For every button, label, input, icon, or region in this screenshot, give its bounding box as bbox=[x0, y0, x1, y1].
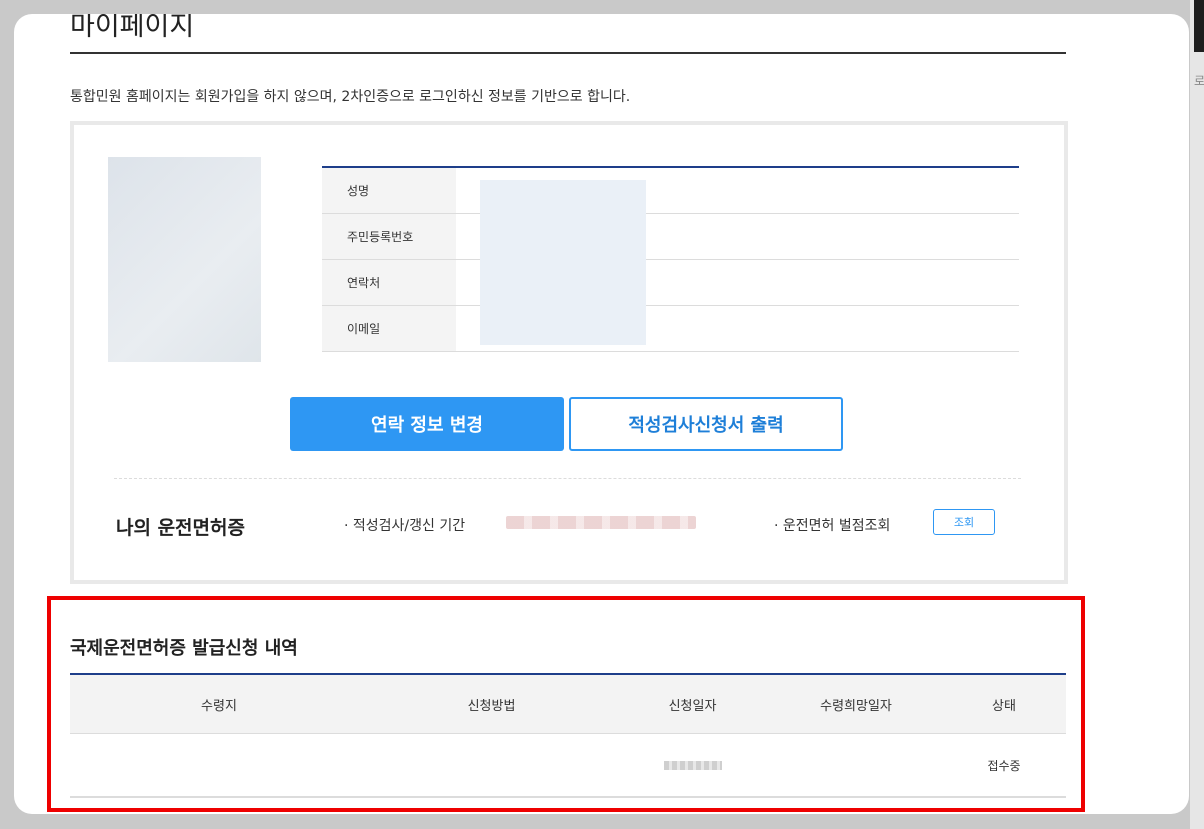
profile-row-name: 성명 bbox=[322, 168, 1019, 214]
history-section-title: 국제운전면허증 발급신청 내역 bbox=[70, 638, 298, 659]
renewal-period-label: · 적성검사/갱신 기간 bbox=[344, 518, 466, 534]
penalty-points-label: · 운전면허 벌점조회 bbox=[774, 518, 891, 534]
cell-date bbox=[615, 733, 770, 798]
profile-row-rrn: 주민등록번호 bbox=[322, 214, 1019, 260]
background-window-text: 로 bbox=[1194, 74, 1204, 88]
change-contact-button[interactable]: 연락 정보 변경 bbox=[290, 397, 564, 451]
mypage-panel: 마이페이지 통합민원 홈페이지는 회원가입을 하지 않으며, 2차인증으로 로그… bbox=[14, 14, 1189, 814]
profile-label-rrn: 주민등록번호 bbox=[322, 214, 456, 259]
cell-desired-date bbox=[770, 733, 942, 798]
profile-box: 성명 주민등록번호 연락처 이메일 연락 정보 변경 적성검사신청서 출력 나의… bbox=[70, 121, 1068, 584]
profile-label-email: 이메일 bbox=[322, 306, 456, 351]
profile-label-contact: 연락처 bbox=[322, 260, 456, 305]
col-header-date: 신청일자 bbox=[615, 674, 770, 734]
col-header-status: 상태 bbox=[942, 674, 1066, 734]
redacted-renewal-period bbox=[506, 516, 696, 529]
profile-row-contact: 연락처 bbox=[322, 260, 1019, 306]
background-window-strip: 로 bbox=[1190, 0, 1204, 829]
col-header-desired-date: 수령희망일자 bbox=[770, 674, 942, 734]
page-title: 마이페이지 bbox=[70, 14, 195, 42]
cell-status: 접수중 bbox=[942, 733, 1066, 798]
print-aptitude-form-button[interactable]: 적성검사신청서 출력 bbox=[569, 397, 843, 451]
cell-method bbox=[368, 733, 615, 798]
penalty-points-lookup-button[interactable]: 조회 bbox=[933, 509, 995, 535]
dashed-divider bbox=[114, 478, 1021, 479]
profile-label-name: 성명 bbox=[322, 168, 456, 213]
col-header-place: 수령지 bbox=[70, 674, 368, 734]
col-header-method: 신청방법 bbox=[368, 674, 615, 734]
background-window-bar bbox=[1194, 0, 1204, 52]
cell-place bbox=[70, 733, 368, 798]
license-section-title: 나의 운전면허증 bbox=[116, 517, 245, 539]
intro-text: 통합민원 홈페이지는 회원가입을 하지 않으며, 2차인증으로 로그인하신 정보… bbox=[70, 89, 631, 105]
redacted-application-date bbox=[663, 761, 722, 770]
history-header-row: 수령지 신청방법 신청일자 수령희망일자 상태 bbox=[70, 674, 1066, 734]
redacted-profile-values bbox=[480, 180, 646, 345]
history-table: 수령지 신청방법 신청일자 수령희망일자 상태 접수중 bbox=[70, 673, 1066, 798]
table-row: 접수중 bbox=[70, 733, 1066, 798]
profile-photo bbox=[108, 157, 261, 362]
profile-table: 성명 주민등록번호 연락처 이메일 bbox=[322, 166, 1019, 352]
profile-row-email: 이메일 bbox=[322, 306, 1019, 352]
title-divider bbox=[70, 52, 1066, 54]
